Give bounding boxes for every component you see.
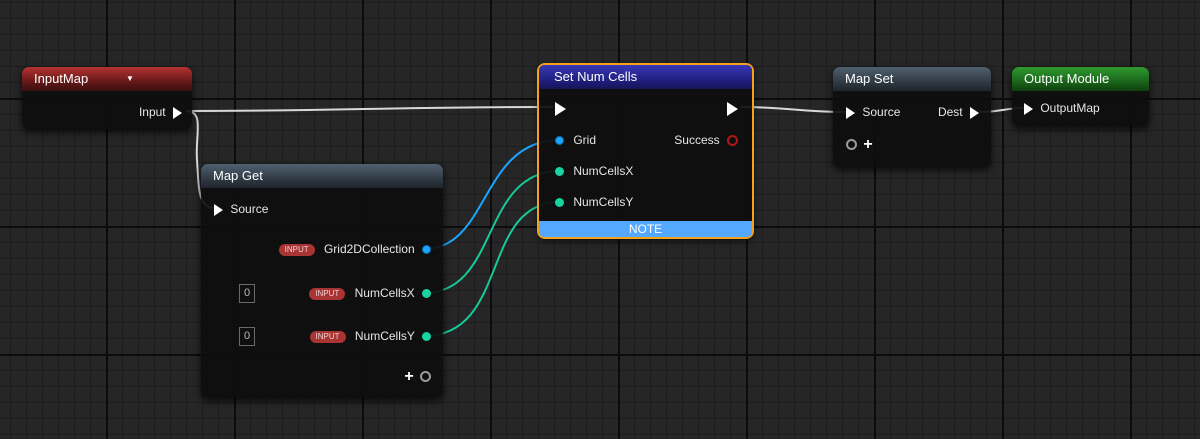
setnumcells-exec-out[interactable] <box>727 100 738 116</box>
node-mapget[interactable]: Map Get Source INPUT Grid2DCollection 0 … <box>201 164 443 398</box>
output-label: NumCellsX <box>354 286 415 300</box>
node-inputmap-header[interactable]: InputMap ▼ <box>22 67 192 91</box>
grid-output-pin-icon[interactable] <box>422 245 431 255</box>
wire-input-to-setnumcells[interactable] <box>185 106 554 112</box>
node-mapset-header[interactable]: Map Set <box>833 67 991 91</box>
input-tag: INPUT <box>309 287 346 300</box>
node-mapget-header[interactable]: Map Get <box>201 164 443 188</box>
node-outputmodule-title: Output Module <box>1024 71 1110 86</box>
outputmodule-input-pin-row[interactable]: OutputMap <box>1024 100 1100 116</box>
grid-input-pin-icon[interactable] <box>555 136 564 146</box>
mapset-dest-pin-row[interactable]: Dest <box>938 104 979 120</box>
exec-out-pin-icon[interactable] <box>727 101 738 116</box>
output-label: Grid2DCollection <box>323 242 415 256</box>
input-label: NumCellsY <box>573 195 634 209</box>
int-input-pin-icon[interactable] <box>555 198 564 208</box>
add-pin-dot-icon[interactable] <box>420 371 431 383</box>
node-outputmodule-header[interactable]: Output Module <box>1012 67 1149 91</box>
mapset-source-label: Source <box>862 105 901 119</box>
node-mapset-title: Map Set <box>845 71 894 86</box>
exec-in-pin-icon[interactable] <box>555 101 566 116</box>
dropdown-arrow-icon[interactable]: ▼ <box>126 67 134 91</box>
exec-pin-icon[interactable] <box>846 106 855 119</box>
setnumcells-input-numcellsy[interactable]: NumCellsY <box>555 194 633 210</box>
int-output-pin-icon[interactable] <box>422 289 431 299</box>
success-label: Success <box>674 133 720 147</box>
add-pin-icon[interactable]: + <box>404 368 413 385</box>
outputmodule-input-label: OutputMap <box>1040 101 1100 115</box>
setnumcells-exec-in[interactable] <box>555 100 566 116</box>
note-bar[interactable]: NOTE <box>539 221 752 237</box>
node-setnumcells[interactable]: Set Num Cells Grid Success NumCellsX Num… <box>537 63 754 239</box>
input-output-pin-row[interactable]: Input <box>139 104 182 120</box>
mapset-source-pin-row[interactable]: Source <box>846 104 900 120</box>
input-tag: INPUT <box>309 330 346 343</box>
output-label: NumCellsY <box>354 329 415 343</box>
numcellsx-default-box[interactable]: 0 <box>239 284 255 303</box>
input-tag: INPUT <box>278 243 315 256</box>
exec-pin-icon[interactable] <box>1024 102 1033 115</box>
node-inputmap[interactable]: InputMap ▼ Input <box>22 67 192 129</box>
node-mapset[interactable]: Map Set Source Dest + <box>833 67 991 167</box>
node-outputmodule[interactable]: Output Module OutputMap <box>1012 67 1149 126</box>
numcellsy-default-box[interactable]: 0 <box>239 327 255 346</box>
input-pin-label: Input <box>138 105 166 119</box>
input-label: NumCellsX <box>573 164 634 178</box>
mapget-add-pin[interactable]: + <box>404 368 431 384</box>
setnumcells-input-grid[interactable]: Grid <box>555 132 596 148</box>
int-output-pin-icon[interactable] <box>422 332 431 342</box>
exec-pin-icon[interactable] <box>214 203 223 216</box>
mapget-source-pin-row[interactable]: Source <box>214 201 268 217</box>
mapget-output-grid2dcollection[interactable]: INPUT Grid2DCollection <box>278 241 431 257</box>
setnumcells-input-numcellsx[interactable]: NumCellsX <box>555 163 633 179</box>
wire-setnumcells-to-mapset[interactable] <box>739 106 846 113</box>
mapset-dest-label: Dest <box>937 105 963 119</box>
node-mapget-title: Map Get <box>213 168 263 183</box>
exec-pin-icon[interactable] <box>173 106 182 119</box>
int-input-pin-icon[interactable] <box>555 167 564 177</box>
mapget-source-label: Source <box>230 202 269 216</box>
node-setnumcells-title: Set Num Cells <box>554 69 638 84</box>
setnumcells-output-success[interactable]: Success <box>674 132 738 148</box>
add-pin-icon[interactable]: + <box>863 136 872 153</box>
exec-pin-icon[interactable] <box>970 106 979 119</box>
mapget-output-numcellsx[interactable]: INPUT NumCellsX <box>309 285 431 301</box>
input-label: Grid <box>573 133 597 147</box>
mapset-add-pin[interactable]: + <box>846 136 873 152</box>
node-inputmap-title: InputMap <box>34 71 89 86</box>
node-setnumcells-header[interactable]: Set Num Cells <box>539 65 752 89</box>
bool-output-pin-icon[interactable] <box>727 135 738 147</box>
mapget-output-numcellsy[interactable]: INPUT NumCellsY <box>309 328 431 344</box>
add-pin-dot-icon[interactable] <box>846 139 857 151</box>
